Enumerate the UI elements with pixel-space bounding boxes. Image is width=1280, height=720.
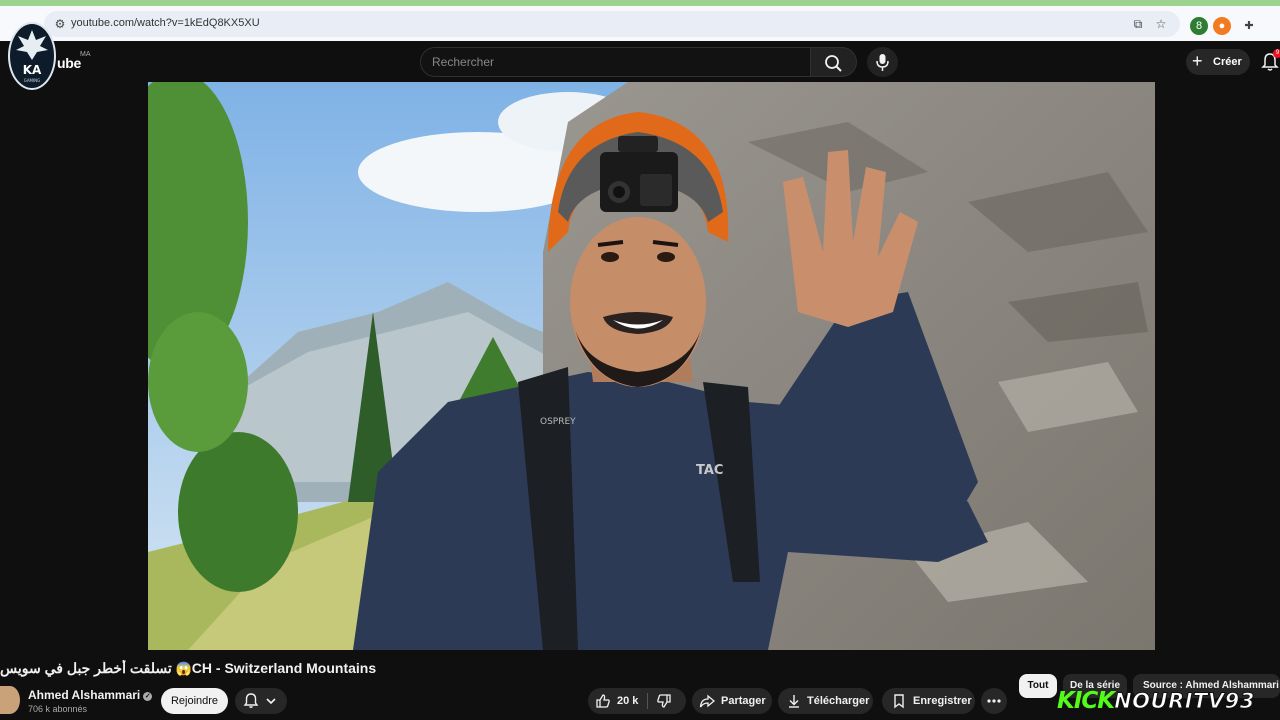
streamer-logo: KA GAMING [8,22,56,90]
youtube-logo-text[interactable]: ube [57,55,81,71]
video-player[interactable]: OSPREY TAC [148,82,1155,650]
install-app-icon[interactable]: ⧉ [1129,15,1147,33]
download-icon [789,695,799,708]
svg-text:GAMING: GAMING [24,78,41,83]
notification-badge: 9 [1273,49,1280,58]
extensions-puzzle-icon[interactable]: ✚ [1240,17,1258,35]
search-button[interactable] [811,47,857,77]
share-icon [699,694,715,708]
download-label: Télécharger [807,695,870,707]
search-icon [825,55,842,72]
channel-name-row[interactable]: Ahmed Alshammari ✓ [28,688,153,702]
search-input[interactable] [421,48,810,76]
voice-search-button[interactable] [867,47,898,77]
chip-all[interactable]: Tout [1019,674,1057,698]
bell-icon [243,693,276,708]
divider [647,693,648,709]
screen: ⚙ youtube.com/watch?v=1kEdQ8KX5XU ⧉ ☆ 8 … [0,0,1280,720]
video-title: تسلقت أخطر جبل في سويس 😱CH - Switzerland… [0,660,560,677]
channel-name[interactable]: Ahmed Alshammari [28,688,140,702]
thumbs-up-icon[interactable] [595,693,611,709]
youtube-header: ube MA + Créer 9 [0,41,1280,82]
verified-icon: ✓ [143,692,153,701]
bookmark-icon [894,694,904,709]
title-arabic: تسلقت أخطر جبل في سويس [0,660,172,676]
svg-text:KA: KA [23,63,42,77]
title-emoji: 😱 [175,661,192,676]
extension-icon-orange[interactable]: ● [1213,17,1231,35]
bookmark-star-icon[interactable]: ☆ [1152,15,1170,33]
site-info-icon[interactable]: ⚙ [51,15,69,33]
kick-logo-text: KICK [1057,688,1115,714]
title-suffix: CH - Switzerland Mountains [191,660,377,676]
subscription-notifications-button[interactable] [235,688,287,714]
like-count[interactable]: 20 k [617,695,638,707]
plus-icon: + [1192,51,1203,71]
save-label: Enregistrer [913,695,972,707]
extension-icon[interactable]: 8 [1190,17,1208,35]
thumbs-down-icon[interactable] [656,693,672,709]
channel-avatar[interactable] [0,686,20,714]
address-bar[interactable]: ⚙ youtube.com/watch?v=1kEdQ8KX5XU ⧉ ☆ [44,11,1180,37]
video-frame: OSPREY TAC [148,82,1155,650]
notifications-button[interactable]: 9 [1261,49,1280,72]
create-label: Créer [1213,56,1242,68]
microphone-icon [876,54,889,71]
more-horizontal-icon [987,699,1001,703]
browser-toolbar: ⚙ youtube.com/watch?v=1kEdQ8KX5XU ⧉ ☆ 8 … [0,0,1280,41]
create-button[interactable]: + Créer [1186,49,1250,75]
like-dislike-group: 20 k [588,688,686,714]
share-button[interactable]: Partager [692,688,772,714]
subscriber-count: 706 k abonnés [28,704,88,714]
svg-text:OSPREY: OSPREY [540,417,576,427]
share-label: Partager [721,695,766,707]
download-button[interactable]: Télécharger [778,688,873,714]
save-button[interactable]: Enregistrer [882,688,975,714]
streamer-kick-overlay: KICKNOURITV93 [1057,688,1255,718]
svg-text:TAC: TAC [696,463,723,478]
join-button[interactable]: Rejoindre [161,688,228,714]
region-code: MA [80,51,91,58]
search-box[interactable] [420,47,811,77]
more-actions-button[interactable] [981,688,1007,714]
streamer-handle: NOURITV93 [1114,689,1255,714]
url-text[interactable]: youtube.com/watch?v=1kEdQ8KX5XU [71,17,260,29]
